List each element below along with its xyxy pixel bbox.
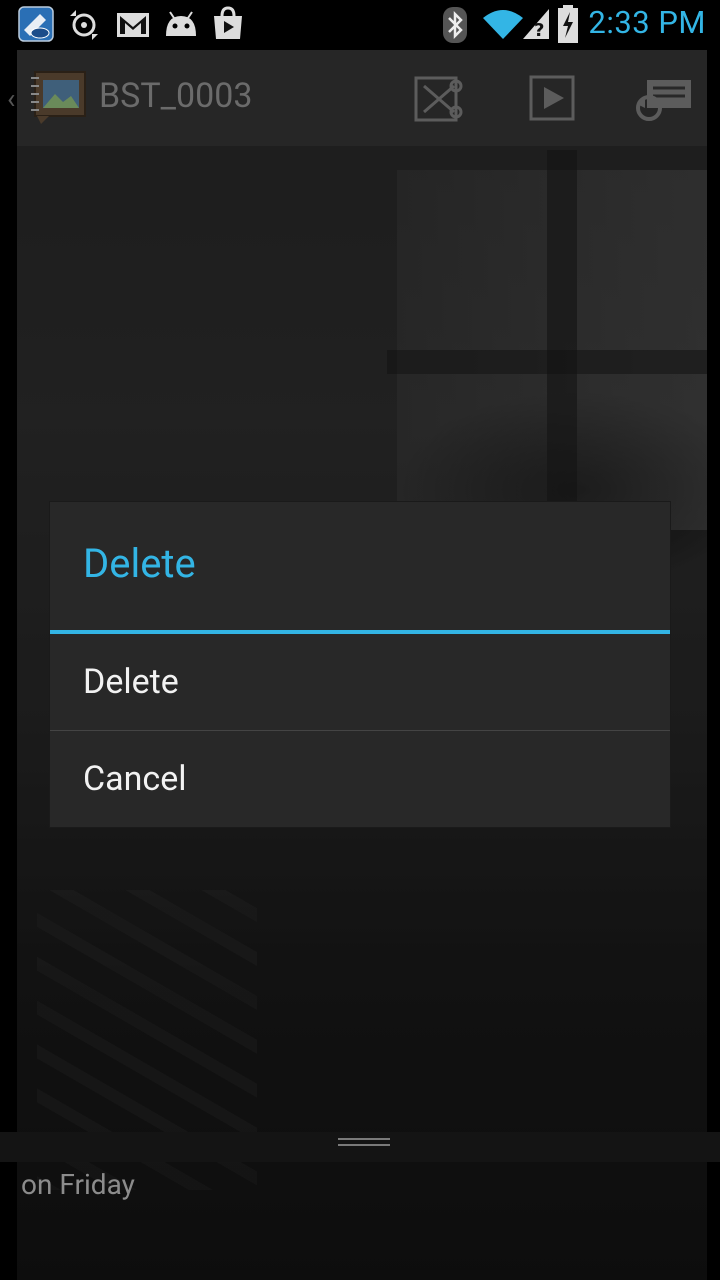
status-bar: ? 2:33 PM <box>0 0 720 50</box>
sync-icon <box>70 10 98 40</box>
wifi-icon <box>483 10 523 39</box>
signal-unknown-icon: ? <box>523 9 549 40</box>
gallery-app-icon[interactable] <box>29 70 89 126</box>
intel-app-icon <box>18 6 54 42</box>
bluetooth-icon <box>443 7 467 43</box>
dialog-title: Delete <box>83 540 196 587</box>
clock: 2:33 PM <box>588 4 706 41</box>
gmail-icon <box>117 13 149 37</box>
action-bar: ‹ BST_0003 <box>7 50 707 146</box>
details-drawer-handle[interactable] <box>0 1132 720 1162</box>
android-icon <box>166 11 196 36</box>
battery-charging-icon <box>558 5 578 43</box>
drag-handle-icon[interactable] <box>338 1138 390 1150</box>
trim-icon[interactable] <box>414 74 464 124</box>
page-title: BST_0003 <box>99 76 253 116</box>
play-store-icon <box>214 6 242 39</box>
cancel-button[interactable]: Cancel <box>50 731 670 827</box>
play-icon[interactable] <box>528 74 578 124</box>
delete-dialog: Delete Delete Cancel <box>50 502 670 827</box>
delete-button[interactable]: Delete <box>50 634 670 730</box>
photo-caption: on Friday <box>21 1168 135 1201</box>
sync-share-icon[interactable] <box>633 74 693 124</box>
back-caret-icon[interactable]: ‹ <box>7 82 15 115</box>
svg-text:?: ? <box>534 20 544 40</box>
